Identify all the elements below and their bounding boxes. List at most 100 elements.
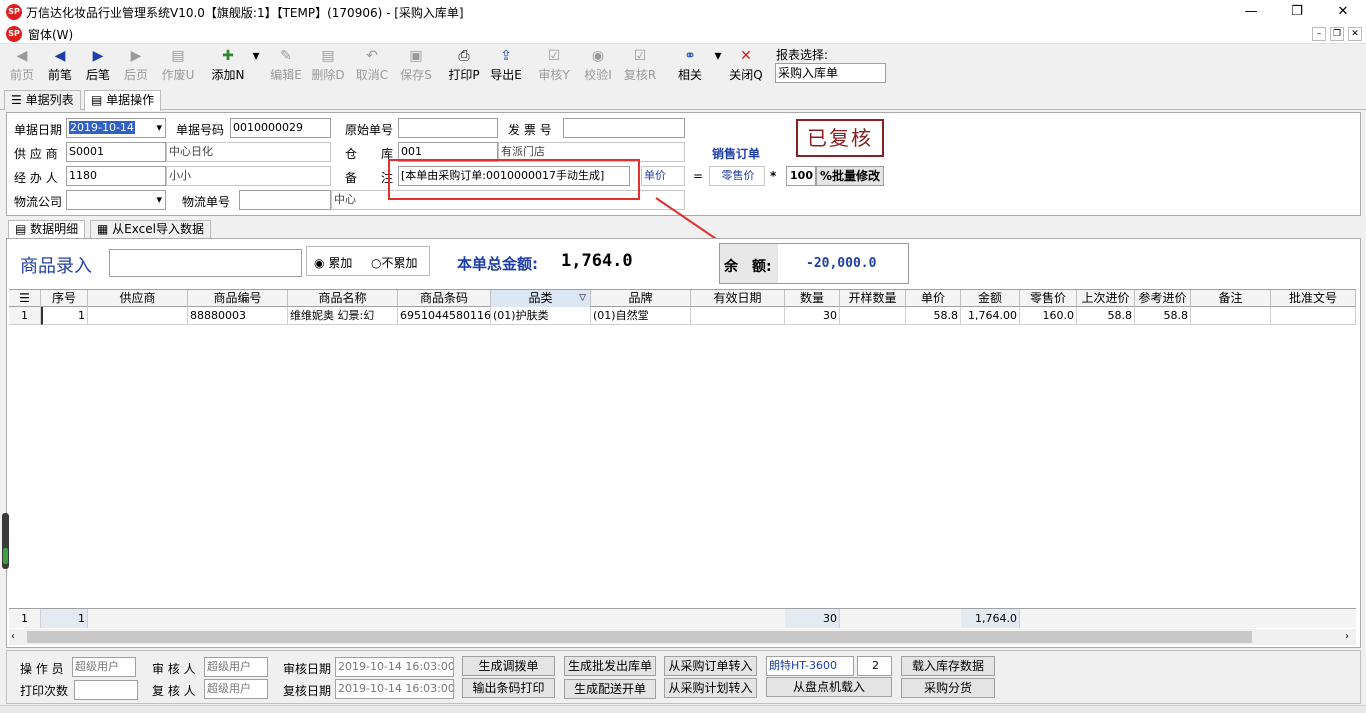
cell-supplier[interactable] <box>88 307 188 325</box>
supplier-code-field[interactable]: S0001 <box>66 142 166 162</box>
add-button[interactable]: ✚ 添加N <box>208 46 248 86</box>
edit-button[interactable]: ✎ 编辑E <box>268 46 304 86</box>
related-button[interactable]: ⚭ 相关 <box>672 46 708 86</box>
tab-doc-list[interactable]: ☰ 单据列表 <box>4 90 81 110</box>
cell-barcode[interactable]: 6951044580116 <box>398 307 491 325</box>
col-retail-price[interactable]: 零售价 <box>1020 290 1077 307</box>
gen-transfer-button[interactable]: 生成调拨单 <box>462 656 555 676</box>
prev-record-button[interactable]: ◀ 前笔 <box>42 46 78 86</box>
cell-seq[interactable]: 1 <box>41 307 88 325</box>
cell-sample-qty[interactable] <box>840 307 906 325</box>
cell-retail-price[interactable]: 160.0 <box>1020 307 1077 325</box>
barcode-print-button[interactable]: 输出条码打印 <box>462 678 555 698</box>
mdi-minimize-icon[interactable]: – <box>1312 27 1326 41</box>
maximize-button[interactable]: ❐ <box>1274 0 1320 24</box>
cell-category[interactable]: (01)护肤类 <box>491 307 591 325</box>
close-button[interactable]: ✕ 关闭Q <box>728 46 764 86</box>
col-expiry[interactable]: 有效日期 <box>691 290 785 307</box>
cell-remark[interactable] <box>1191 307 1271 325</box>
mdi-restore-icon[interactable]: ❐ <box>1330 27 1344 41</box>
review-button[interactable]: ☑ 复核R <box>622 46 658 86</box>
next-record-button[interactable]: ▶ 后笔 <box>80 46 116 86</box>
cell-unit-price[interactable]: 58.8 <box>906 307 961 325</box>
from-po-button[interactable]: 从采购订单转入 <box>664 656 757 676</box>
tab-data-detail[interactable]: ▤ 数据明细 <box>8 220 86 238</box>
cell-brand[interactable]: (01)自然堂 <box>591 307 691 325</box>
from-plan-button[interactable]: 从采购计划转入 <box>664 678 757 698</box>
verify-button[interactable]: ◉ 校验I <box>580 46 616 86</box>
mdi-close-icon[interactable]: ✕ <box>1348 27 1362 41</box>
scroll-left-icon[interactable]: ‹ <box>11 631 15 642</box>
distribute-button[interactable]: 采购分货 <box>901 678 995 698</box>
audit-button[interactable]: ☑ 审核Y <box>536 46 572 86</box>
orig-no-field[interactable] <box>398 118 498 138</box>
device-num-field[interactable]: 2 <box>857 656 892 676</box>
col-approval-no[interactable]: 批准文号 <box>1271 290 1356 307</box>
related-dropdown-icon[interactable]: ▾ <box>712 46 724 86</box>
product-entry-input[interactable] <box>109 249 302 277</box>
col-sample-qty[interactable]: 开样数量 <box>840 290 906 307</box>
cell-approval-no[interactable] <box>1271 307 1356 325</box>
scroll-right-icon[interactable]: › <box>1345 631 1349 642</box>
table-row[interactable]: 1 1 88880003 维维妮奥 幻景:幻 6951044580116 (01… <box>9 307 1356 325</box>
horizontal-scrollbar[interactable]: ‹ › <box>9 629 1356 645</box>
gen-wholesale-button[interactable]: 生成批发出库单 <box>564 656 656 676</box>
add-dropdown-icon[interactable]: ▾ <box>250 46 262 86</box>
col-qty[interactable]: 数量 <box>785 290 840 307</box>
no-accumulate-radio[interactable]: ○不累加 <box>371 254 418 271</box>
cancel-button[interactable]: ↶ 取消C <box>354 46 390 86</box>
grid-menu-icon[interactable]: ☰ <box>9 290 41 307</box>
col-remark[interactable]: 备注 <box>1191 290 1271 307</box>
tab-excel-import[interactable]: ▦ 从Excel导入数据 <box>90 220 211 238</box>
load-stock-button[interactable]: 载入库存数据 <box>901 656 995 676</box>
col-amount[interactable]: 金额 <box>961 290 1020 307</box>
accumulate-radio[interactable]: ◉ 累加 <box>314 254 352 271</box>
cell-expiry[interactable] <box>691 307 785 325</box>
col-supplier[interactable]: 供应商 <box>88 290 188 307</box>
retail-price-field[interactable]: 零售价 <box>709 166 765 186</box>
col-unit-price[interactable]: 单价 <box>906 290 961 307</box>
device-field[interactable]: 朗特HT-3600 <box>766 656 854 676</box>
docno-field[interactable]: 0010000029 <box>230 118 331 138</box>
minimize-button[interactable]: — <box>1228 0 1274 24</box>
logistics-field[interactable]: ▾ <box>66 190 166 210</box>
col-ref-price[interactable]: 参考进价 <box>1135 290 1191 307</box>
cell-amount[interactable]: 1,764.00 <box>961 307 1020 325</box>
export-button[interactable]: ⇪ 导出E <box>488 46 524 86</box>
delete-button[interactable]: ▤ 删除D <box>310 46 346 86</box>
menu-logo-icon: SP <box>6 26 22 42</box>
col-brand[interactable]: 品牌 <box>591 290 691 307</box>
cell-ref-price[interactable]: 58.8 <box>1135 307 1191 325</box>
print-button[interactable]: ⎙ 打印P <box>446 46 482 86</box>
col-category[interactable]: 品类 ▽ <box>491 290 591 307</box>
col-barcode[interactable]: 商品条码 <box>398 290 491 307</box>
col-seq[interactable]: 序号 <box>41 290 88 307</box>
next-page-button[interactable]: ▶ 后页 <box>118 46 154 86</box>
menu-window[interactable]: 窗体(W) <box>28 26 73 43</box>
cell-last-price[interactable]: 58.8 <box>1077 307 1135 325</box>
scroll-thumb[interactable] <box>27 631 1252 643</box>
percent-field[interactable]: 100 <box>786 166 816 186</box>
cell-product-code[interactable]: 88880003 <box>188 307 288 325</box>
batch-modify-button[interactable]: %批量修改 <box>816 166 884 186</box>
col-product-name[interactable]: 商品名称 <box>288 290 398 307</box>
handler-code-field[interactable]: 1180 <box>66 166 166 186</box>
logistics-no-field[interactable] <box>239 190 331 210</box>
close-window-button[interactable]: ✕ <box>1320 0 1366 24</box>
report-select-field[interactable]: 采购入库单 <box>775 63 886 83</box>
invoice-field[interactable] <box>563 118 685 138</box>
sales-order-link[interactable]: 销售订单 <box>712 145 760 162</box>
prev-page-button[interactable]: ◀ 前页 <box>4 46 40 86</box>
from-counter-button[interactable]: 从盘点机载入 <box>766 677 892 697</box>
cell-product-name[interactable]: 维维妮奥 幻景:幻 <box>288 307 398 325</box>
gen-delivery-button[interactable]: 生成配送开单 <box>564 679 656 699</box>
col-product-code[interactable]: 商品编号 <box>188 290 288 307</box>
date-field[interactable]: 2019-10-14 ▾ <box>66 118 166 138</box>
cell-qty[interactable]: 30 <box>785 307 840 325</box>
tab-doc-operation[interactable]: ▤ 单据操作 <box>84 90 162 111</box>
filter-icon[interactable]: ▽ <box>579 290 586 307</box>
void-button[interactable]: ▤ 作废U <box>160 46 196 86</box>
save-button[interactable]: ▣ 保存S <box>398 46 434 86</box>
col-last-price[interactable]: 上次进价 <box>1077 290 1135 307</box>
price-type-field[interactable]: 单价 <box>641 166 685 186</box>
